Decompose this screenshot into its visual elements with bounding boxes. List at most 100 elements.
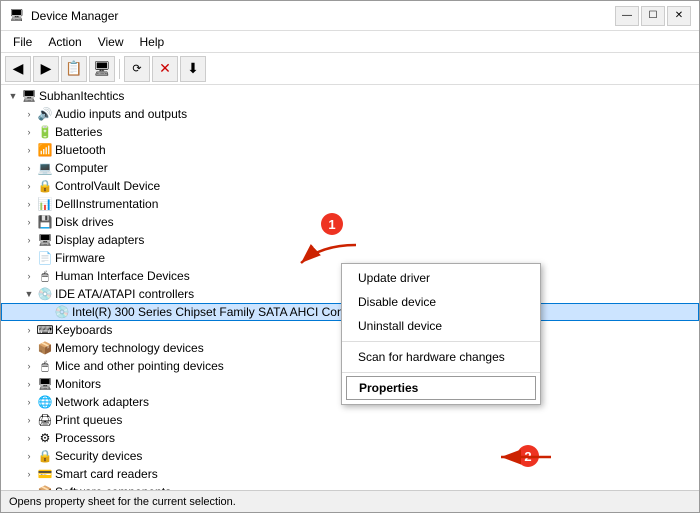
intel-icon: 💿 xyxy=(54,304,70,320)
network-icon: 🌐 xyxy=(37,394,53,410)
update-driver-button[interactable]: 🖥 xyxy=(89,56,115,82)
memtech-label: Memory technology devices xyxy=(55,341,204,355)
controlvault-label: ControlVault Device xyxy=(55,179,160,193)
keyboards-icon: ⌨ xyxy=(37,322,53,338)
network-label: Network adapters xyxy=(55,395,149,409)
print-label: Print queues xyxy=(55,413,122,427)
controlvault-expand-icon[interactable]: › xyxy=(21,178,37,194)
processors-label: Processors xyxy=(55,431,115,445)
tree-item-computer[interactable]: › 💻 Computer xyxy=(1,159,699,177)
ctx-properties[interactable]: Properties xyxy=(346,376,536,400)
mice-expand-icon[interactable]: › xyxy=(21,358,37,374)
display-icon: 🖥 xyxy=(37,232,53,248)
dell-expand-icon[interactable]: › xyxy=(21,196,37,212)
ctx-separator xyxy=(342,341,540,342)
tree-root[interactable]: ▼ 🖥 SubhanItechtics xyxy=(1,87,699,105)
tree-item-controlvault[interactable]: › 🔒 ControlVault Device xyxy=(1,177,699,195)
firmware-label: Firmware xyxy=(55,251,105,265)
title-bar: 🖥 Device Manager — ☐ ✕ xyxy=(1,1,699,31)
print-expand-icon[interactable]: › xyxy=(21,412,37,428)
context-menu: Update driver Disable device Uninstall d… xyxy=(341,263,541,405)
memtech-expand-icon[interactable]: › xyxy=(21,340,37,356)
audio-expand-icon[interactable]: › xyxy=(21,106,37,122)
disk-icon: 💾 xyxy=(37,214,53,230)
disk-expand-icon[interactable]: › xyxy=(21,214,37,230)
monitors-icon: 🖥 xyxy=(37,376,53,392)
annotation-arrow-2 xyxy=(491,442,561,475)
tree-item-batteries[interactable]: › 🔋 Batteries xyxy=(1,123,699,141)
tree-item-diskdrives[interactable]: › 💾 Disk drives xyxy=(1,213,699,231)
forward-button[interactable]: ▶ xyxy=(33,56,59,82)
display-expand-icon[interactable]: › xyxy=(21,232,37,248)
monitors-expand-icon[interactable]: › xyxy=(21,376,37,392)
tree-item-dellinstrumentation[interactable]: › 📊 DellInstrumentation xyxy=(1,195,699,213)
minimize-button[interactable]: — xyxy=(615,6,639,26)
batteries-expand-icon[interactable]: › xyxy=(21,124,37,140)
status-bar: Opens property sheet for the current sel… xyxy=(1,490,699,512)
intel-expand-icon xyxy=(38,304,54,320)
properties-button[interactable]: 📋 xyxy=(61,56,87,82)
tree-item-security[interactable]: › 🔒 Security devices xyxy=(1,447,699,465)
menu-bar: File Action View Help xyxy=(1,31,699,53)
batteries-label: Batteries xyxy=(55,125,102,139)
security-expand-icon[interactable]: › xyxy=(21,448,37,464)
menu-action[interactable]: Action xyxy=(40,33,89,51)
network-expand-icon[interactable]: › xyxy=(21,394,37,410)
menu-help[interactable]: Help xyxy=(132,33,173,51)
device-manager-window: 🖥 Device Manager — ☐ ✕ File Action View … xyxy=(0,0,700,513)
tree-item-audio[interactable]: › 🔊 Audio inputs and outputs xyxy=(1,105,699,123)
mice-label: Mice and other pointing devices xyxy=(55,359,224,373)
monitors-label: Monitors xyxy=(55,377,101,391)
keyboards-expand-icon[interactable]: › xyxy=(21,322,37,338)
back-button[interactable]: ◀ xyxy=(5,56,31,82)
toolbar-separator xyxy=(119,59,120,79)
processors-expand-icon[interactable]: › xyxy=(21,430,37,446)
tree-item-softwarecomponents[interactable]: › 📦 Software components xyxy=(1,483,699,490)
annotation-circle-1: 1 xyxy=(321,213,343,235)
ctx-disable-device[interactable]: Disable device xyxy=(342,290,540,314)
smartcard-expand-icon[interactable]: › xyxy=(21,466,37,482)
softwarecomponents-expand-icon[interactable]: › xyxy=(21,484,37,490)
ctx-update-driver[interactable]: Update driver xyxy=(342,266,540,290)
ide-expand-icon[interactable]: ▼ xyxy=(21,286,37,302)
toolbar: ◀ ▶ 📋 🖥 ⟳ ✕ ⬇ xyxy=(1,53,699,85)
computer-label: Computer xyxy=(55,161,108,175)
disk-label: Disk drives xyxy=(55,215,114,229)
display-label: Display adapters xyxy=(55,233,144,247)
ctx-separator-2 xyxy=(342,372,540,373)
tree-item-print[interactable]: › 🖨 Print queues xyxy=(1,411,699,429)
audio-icon: 🔊 xyxy=(37,106,53,122)
memtech-icon: 📦 xyxy=(37,340,53,356)
remove-device-button[interactable]: ✕ xyxy=(152,56,178,82)
bluetooth-expand-icon[interactable]: › xyxy=(21,142,37,158)
root-expand-icon[interactable]: ▼ xyxy=(5,88,21,104)
computer-expand-icon[interactable]: › xyxy=(21,160,37,176)
tree-item-processors[interactable]: › ⚙ Processors xyxy=(1,429,699,447)
maximize-button[interactable]: ☐ xyxy=(641,6,665,26)
menu-view[interactable]: View xyxy=(90,33,132,51)
softwarecomponents-icon: 📦 xyxy=(37,484,53,490)
scan-hardware-button[interactable]: ⟳ xyxy=(124,56,150,82)
annotation-arrow-1 xyxy=(291,235,371,278)
tree-item-bluetooth[interactable]: › 📶 Bluetooth xyxy=(1,141,699,159)
window-title: Device Manager xyxy=(31,9,118,23)
main-area: ▼ 🖥 SubhanItechtics › 🔊 Audio inputs and… xyxy=(1,85,699,490)
ctx-uninstall-device[interactable]: Uninstall device xyxy=(342,314,540,338)
keyboards-label: Keyboards xyxy=(55,323,112,337)
hid-expand-icon[interactable]: › xyxy=(21,268,37,284)
computer-device-icon: 💻 xyxy=(37,160,53,176)
firmware-icon: 📄 xyxy=(37,250,53,266)
ide-label: IDE ATA/ATAPI controllers xyxy=(55,287,194,301)
processors-icon: ⚙ xyxy=(37,430,53,446)
close-button[interactable]: ✕ xyxy=(667,6,691,26)
download-button[interactable]: ⬇ xyxy=(180,56,206,82)
root-label: SubhanItechtics xyxy=(39,89,124,103)
menu-file[interactable]: File xyxy=(5,33,40,51)
tree-item-smartcard[interactable]: › 💳 Smart card readers xyxy=(1,465,699,483)
ctx-scan-hardware[interactable]: Scan for hardware changes xyxy=(342,345,540,369)
firmware-expand-icon[interactable]: › xyxy=(21,250,37,266)
bluetooth-label: Bluetooth xyxy=(55,143,106,157)
computer-icon: 🖥 xyxy=(21,88,37,104)
dell-icon: 📊 xyxy=(37,196,53,212)
title-buttons: — ☐ ✕ xyxy=(615,6,691,26)
